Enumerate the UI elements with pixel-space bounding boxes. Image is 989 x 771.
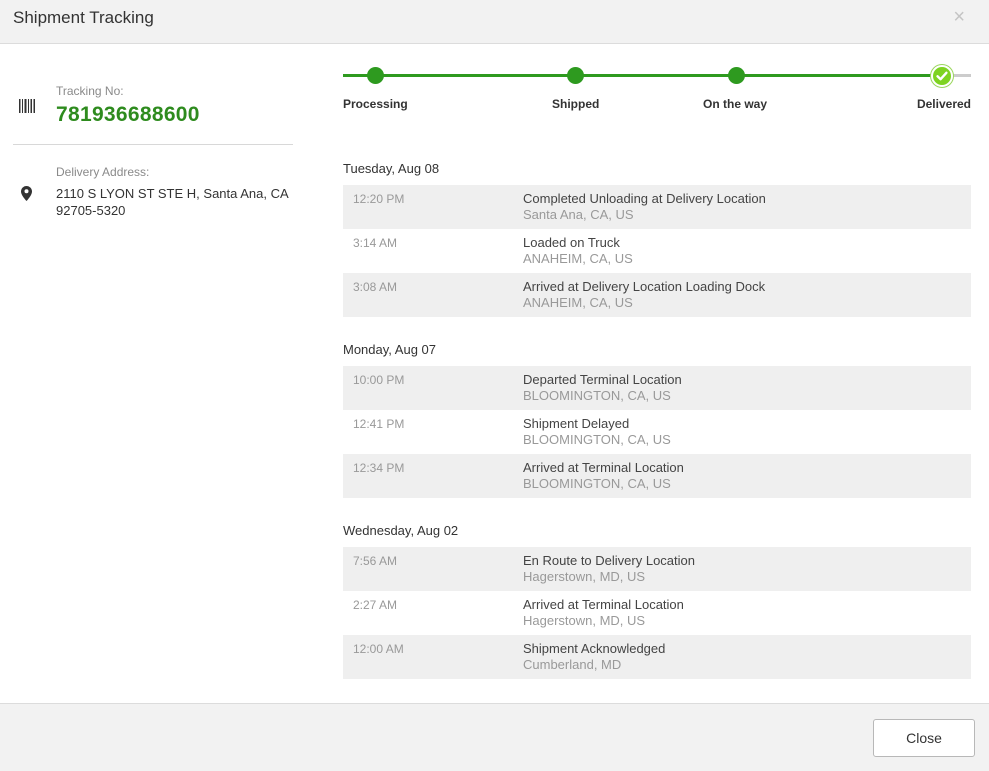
event-time: 12:20 PM xyxy=(353,192,405,206)
day-title: Wednesday, Aug 02 xyxy=(343,523,459,538)
tracking-info: Tracking No: 781936688600 xyxy=(13,84,293,144)
event-description: Loaded on Truck xyxy=(523,235,620,250)
event-time: 2:27 AM xyxy=(353,598,398,612)
event-row: 3:14 AM Loaded on Truck ANAHEIM, CA, US xyxy=(343,229,971,273)
check-icon xyxy=(936,71,948,81)
event-description: Shipment Delayed xyxy=(523,416,630,431)
tracking-number: 781936688600 xyxy=(56,103,200,126)
event-row: 3:08 AM Arrived at Delivery Location Loa… xyxy=(343,273,971,317)
step-dot-on-the-way xyxy=(728,67,745,84)
step-dot-processing xyxy=(367,67,384,84)
event-description: En Route to Delivery Location xyxy=(523,553,695,568)
event-row: 7:56 AM En Route to Delivery Location Ha… xyxy=(343,547,971,591)
address-line-2: 92705-5320 xyxy=(56,203,126,218)
event-row: 2:27 AM Arrived at Terminal Location Hag… xyxy=(343,591,971,635)
step-label-processing: Processing xyxy=(343,97,408,111)
event-location: Cumberland, MD xyxy=(523,657,622,672)
progress-tracker: Processing Shipped On the way Delivered xyxy=(343,60,971,115)
step-label-delivered: Delivered xyxy=(916,97,971,111)
day-group: Tuesday, Aug 08 12:20 PM Completed Unloa… xyxy=(343,160,971,317)
event-description: Departed Terminal Location xyxy=(523,372,682,387)
event-location: Hagerstown, MD, US xyxy=(523,569,646,584)
close-button[interactable]: Close xyxy=(873,719,975,757)
event-time: 3:14 AM xyxy=(353,236,398,250)
tracking-label: Tracking No: xyxy=(56,84,124,98)
event-time: 12:34 PM xyxy=(353,461,405,475)
step-dot-shipped xyxy=(567,67,584,84)
event-row: 12:34 PM Arrived at Terminal Location BL… xyxy=(343,454,971,498)
event-location: Santa Ana, CA, US xyxy=(523,207,634,222)
day-title: Monday, Aug 07 xyxy=(343,342,436,357)
step-dot-delivered xyxy=(931,65,953,87)
event-row: 10:00 PM Departed Terminal Location BLOO… xyxy=(343,366,971,410)
tracking-events: Tuesday, Aug 08 12:20 PM Completed Unloa… xyxy=(343,160,971,703)
event-description: Completed Unloading at Delivery Location xyxy=(523,191,766,206)
day-group: Monday, Aug 07 10:00 PM Departed Termina… xyxy=(343,341,971,498)
dialog-title: Shipment Tracking xyxy=(13,8,154,27)
event-description: Shipment Acknowledged xyxy=(523,641,666,656)
event-row: 12:20 PM Completed Unloading at Delivery… xyxy=(343,185,971,229)
event-time: 12:41 PM xyxy=(353,417,405,431)
address-value: 2110 S LYON ST STE H, Santa Ana, CA 9270… xyxy=(56,185,296,219)
event-location: BLOOMINGTON, CA, US xyxy=(523,432,671,447)
event-time: 12:00 AM xyxy=(353,642,404,656)
step-label-on-the-way: On the way xyxy=(703,97,768,111)
progress-line xyxy=(343,74,933,77)
event-description: Arrived at Delivery Location Loading Doc… xyxy=(523,279,766,294)
day-title: Tuesday, Aug 08 xyxy=(343,161,440,176)
event-location: BLOOMINGTON, CA, US xyxy=(523,388,671,403)
event-time: 10:00 PM xyxy=(353,373,405,387)
event-description: Arrived at Terminal Location xyxy=(523,597,684,612)
close-icon[interactable]: × xyxy=(953,7,965,27)
event-time: 3:08 AM xyxy=(353,280,398,294)
dialog-footer: Close xyxy=(0,703,989,771)
event-description: Arrived at Terminal Location xyxy=(523,460,684,475)
event-row: 12:00 AM Shipment Acknowledged Cumberlan… xyxy=(343,635,971,679)
map-pin-icon xyxy=(21,186,32,206)
event-time: 7:56 AM xyxy=(353,554,398,568)
step-label-shipped: Shipped xyxy=(552,97,600,111)
dialog-header: Shipment Tracking × xyxy=(0,0,989,44)
address-label: Delivery Address: xyxy=(56,165,150,179)
divider xyxy=(13,144,293,145)
barcode-icon xyxy=(19,99,35,118)
event-location: ANAHEIM, CA, US xyxy=(523,295,633,310)
event-row: 12:41 PM Shipment Delayed BLOOMINGTON, C… xyxy=(343,410,971,454)
address-line-1: 2110 S LYON ST STE H, Santa Ana, CA xyxy=(56,186,289,201)
day-group: Wednesday, Aug 02 7:56 AM En Route to De… xyxy=(343,522,971,679)
event-location: BLOOMINGTON, CA, US xyxy=(523,476,671,491)
event-location: Hagerstown, MD, US xyxy=(523,613,646,628)
event-location: ANAHEIM, CA, US xyxy=(523,251,633,266)
